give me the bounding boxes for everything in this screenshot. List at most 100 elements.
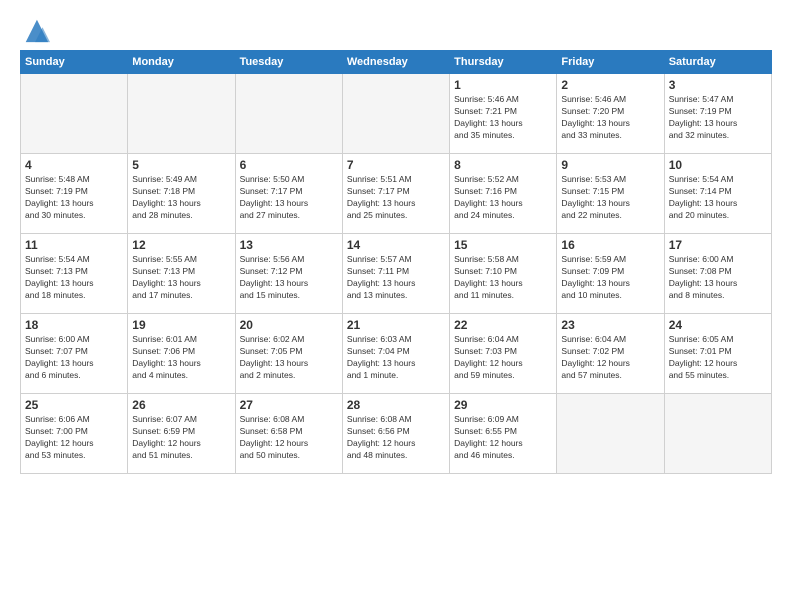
day-number: 11: [25, 238, 123, 252]
day-info: Sunrise: 6:07 AM Sunset: 6:59 PM Dayligh…: [132, 414, 230, 462]
col-header-saturday: Saturday: [664, 51, 771, 74]
day-info: Sunrise: 5:55 AM Sunset: 7:13 PM Dayligh…: [132, 254, 230, 302]
day-number: 7: [347, 158, 445, 172]
calendar-cell: [664, 394, 771, 474]
calendar-cell: 20 Sunrise: 6:02 AM Sunset: 7:05 PM Dayli…: [235, 314, 342, 394]
calendar-cell: 8 Sunrise: 5:52 AM Sunset: 7:16 PM Daylig…: [450, 154, 557, 234]
day-number: 15: [454, 238, 552, 252]
col-header-tuesday: Tuesday: [235, 51, 342, 74]
calendar-week-4: 25 Sunrise: 6:06 AM Sunset: 7:00 PM Dayli…: [21, 394, 772, 474]
calendar-cell: 9 Sunrise: 5:53 AM Sunset: 7:15 PM Daylig…: [557, 154, 664, 234]
day-info: Sunrise: 5:59 AM Sunset: 7:09 PM Dayligh…: [561, 254, 659, 302]
calendar-cell: 26 Sunrise: 6:07 AM Sunset: 6:59 PM Dayli…: [128, 394, 235, 474]
calendar-cell: 21 Sunrise: 6:03 AM Sunset: 7:04 PM Dayli…: [342, 314, 449, 394]
day-info: Sunrise: 5:53 AM Sunset: 7:15 PM Dayligh…: [561, 174, 659, 222]
calendar-cell: 24 Sunrise: 6:05 AM Sunset: 7:01 PM Dayli…: [664, 314, 771, 394]
day-number: 14: [347, 238, 445, 252]
calendar-cell: 28Sunrise: 6:08 AM Sunset: 6:56 PM Dayli…: [342, 394, 449, 474]
day-info: Sunrise: 6:05 AM Sunset: 7:01 PM Dayligh…: [669, 334, 767, 382]
day-info: Sunrise: 6:09 AM Sunset: 6:55 PM Dayligh…: [454, 414, 552, 462]
day-info: Sunrise: 6:04 AM Sunset: 7:03 PM Dayligh…: [454, 334, 552, 382]
day-info: Sunrise: 6:08 AM Sunset: 6:56 PM Dayligh…: [347, 414, 445, 462]
day-number: 19: [132, 318, 230, 332]
calendar-cell: 3 Sunrise: 5:47 AM Sunset: 7:19 PM Daylig…: [664, 74, 771, 154]
day-info: Sunrise: 5:47 AM Sunset: 7:19 PM Dayligh…: [669, 94, 767, 142]
calendar-page: SundayMondayTuesdayWednesdayThursdayFrid…: [0, 0, 792, 484]
calendar-cell: 14 Sunrise: 5:57 AM Sunset: 7:11 PM Dayli…: [342, 234, 449, 314]
day-info: Sunrise: 6:00 AM Sunset: 7:07 PM Dayligh…: [25, 334, 123, 382]
day-info: Sunrise: 6:08 AM Sunset: 6:58 PM Dayligh…: [240, 414, 338, 462]
calendar-cell: [557, 394, 664, 474]
day-number: 5: [132, 158, 230, 172]
day-number: 24: [669, 318, 767, 332]
calendar-cell: 2Sunrise: 5:46 AM Sunset: 7:20 PM Daylig…: [557, 74, 664, 154]
day-info: Sunrise: 5:51 AM Sunset: 7:17 PM Dayligh…: [347, 174, 445, 222]
day-number: 20: [240, 318, 338, 332]
col-header-sunday: Sunday: [21, 51, 128, 74]
day-number: 22: [454, 318, 552, 332]
calendar-cell: 7 Sunrise: 5:51 AM Sunset: 7:17 PM Daylig…: [342, 154, 449, 234]
day-number: 16: [561, 238, 659, 252]
day-info: Sunrise: 5:46 AM Sunset: 7:20 PM Dayligh…: [561, 94, 659, 142]
day-number: 3: [669, 78, 767, 92]
day-info: Sunrise: 5:54 AM Sunset: 7:13 PM Dayligh…: [25, 254, 123, 302]
logo-icon: [22, 16, 50, 44]
calendar-cell: 15Sunrise: 5:58 AM Sunset: 7:10 PM Dayli…: [450, 234, 557, 314]
calendar-cell: [235, 74, 342, 154]
calendar-cell: 18 Sunrise: 6:00 AM Sunset: 7:07 PM Dayli…: [21, 314, 128, 394]
day-number: 29: [454, 398, 552, 412]
day-number: 23: [561, 318, 659, 332]
day-number: 12: [132, 238, 230, 252]
col-header-friday: Friday: [557, 51, 664, 74]
col-header-wednesday: Wednesday: [342, 51, 449, 74]
day-number: 26: [132, 398, 230, 412]
calendar-cell: [21, 74, 128, 154]
calendar-week-0: 1 Sunrise: 5:46 AM Sunset: 7:21 PM Daylig…: [21, 74, 772, 154]
calendar-cell: 6Sunrise: 5:50 AM Sunset: 7:17 PM Daylig…: [235, 154, 342, 234]
day-info: Sunrise: 5:57 AM Sunset: 7:11 PM Dayligh…: [347, 254, 445, 302]
calendar-cell: 17 Sunrise: 6:00 AM Sunset: 7:08 PM Dayli…: [664, 234, 771, 314]
calendar-week-2: 11 Sunrise: 5:54 AM Sunset: 7:13 PM Dayli…: [21, 234, 772, 314]
day-number: 4: [25, 158, 123, 172]
day-number: 25: [25, 398, 123, 412]
calendar-cell: [342, 74, 449, 154]
calendar-header-row: SundayMondayTuesdayWednesdayThursdayFrid…: [21, 51, 772, 74]
day-info: Sunrise: 5:56 AM Sunset: 7:12 PM Dayligh…: [240, 254, 338, 302]
calendar-cell: 1 Sunrise: 5:46 AM Sunset: 7:21 PM Daylig…: [450, 74, 557, 154]
calendar-week-1: 4 Sunrise: 5:48 AM Sunset: 7:19 PM Daylig…: [21, 154, 772, 234]
calendar-cell: 29 Sunrise: 6:09 AM Sunset: 6:55 PM Dayli…: [450, 394, 557, 474]
day-info: Sunrise: 5:50 AM Sunset: 7:17 PM Dayligh…: [240, 174, 338, 222]
day-info: Sunrise: 5:48 AM Sunset: 7:19 PM Dayligh…: [25, 174, 123, 222]
calendar-cell: 23 Sunrise: 6:04 AM Sunset: 7:02 PM Dayli…: [557, 314, 664, 394]
day-number: 1: [454, 78, 552, 92]
day-number: 9: [561, 158, 659, 172]
day-info: Sunrise: 6:01 AM Sunset: 7:06 PM Dayligh…: [132, 334, 230, 382]
day-number: 18: [25, 318, 123, 332]
day-info: Sunrise: 6:04 AM Sunset: 7:02 PM Dayligh…: [561, 334, 659, 382]
day-info: Sunrise: 6:02 AM Sunset: 7:05 PM Dayligh…: [240, 334, 338, 382]
day-number: 17: [669, 238, 767, 252]
calendar-cell: 5Sunrise: 5:49 AM Sunset: 7:18 PM Daylig…: [128, 154, 235, 234]
col-header-monday: Monday: [128, 51, 235, 74]
page-header: [20, 16, 772, 44]
day-info: Sunrise: 6:03 AM Sunset: 7:04 PM Dayligh…: [347, 334, 445, 382]
day-number: 27: [240, 398, 338, 412]
day-info: Sunrise: 5:46 AM Sunset: 7:21 PM Dayligh…: [454, 94, 552, 142]
day-info: Sunrise: 5:52 AM Sunset: 7:16 PM Dayligh…: [454, 174, 552, 222]
calendar-cell: 12 Sunrise: 5:55 AM Sunset: 7:13 PM Dayli…: [128, 234, 235, 314]
calendar-week-3: 18 Sunrise: 6:00 AM Sunset: 7:07 PM Dayli…: [21, 314, 772, 394]
calendar-cell: 13Sunrise: 5:56 AM Sunset: 7:12 PM Dayli…: [235, 234, 342, 314]
calendar-cell: 25 Sunrise: 6:06 AM Sunset: 7:00 PM Dayli…: [21, 394, 128, 474]
calendar-cell: 16 Sunrise: 5:59 AM Sunset: 7:09 PM Dayli…: [557, 234, 664, 314]
day-info: Sunrise: 6:00 AM Sunset: 7:08 PM Dayligh…: [669, 254, 767, 302]
day-info: Sunrise: 6:06 AM Sunset: 7:00 PM Dayligh…: [25, 414, 123, 462]
calendar-cell: [128, 74, 235, 154]
calendar-cell: 22 Sunrise: 6:04 AM Sunset: 7:03 PM Dayli…: [450, 314, 557, 394]
day-number: 21: [347, 318, 445, 332]
logo: [20, 16, 50, 44]
calendar-cell: 19 Sunrise: 6:01 AM Sunset: 7:06 PM Dayli…: [128, 314, 235, 394]
calendar-cell: 11 Sunrise: 5:54 AM Sunset: 7:13 PM Dayli…: [21, 234, 128, 314]
day-number: 8: [454, 158, 552, 172]
calendar-cell: 4 Sunrise: 5:48 AM Sunset: 7:19 PM Daylig…: [21, 154, 128, 234]
calendar-cell: 27 Sunrise: 6:08 AM Sunset: 6:58 PM Dayli…: [235, 394, 342, 474]
